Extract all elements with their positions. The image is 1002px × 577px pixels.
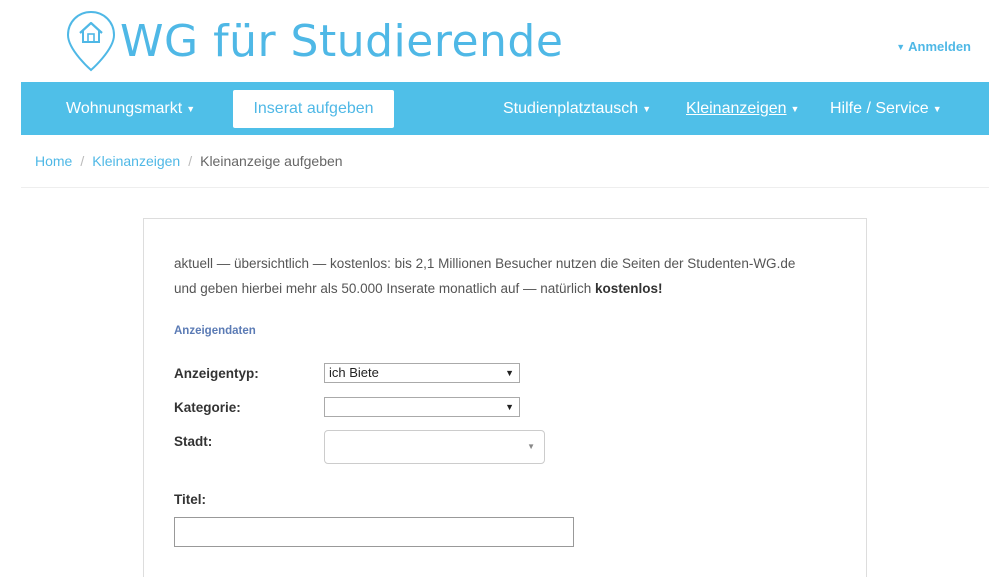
city-label: Stadt: [174, 434, 213, 449]
ad-type-select[interactable]: ich Biete ▼ [324, 363, 520, 383]
nav-item-hilfe-service[interactable]: Hilfe / Service ▼ [830, 82, 942, 135]
site-header: WG für Studierende ▼ Anmelden [0, 0, 1002, 82]
caret-down-icon: ▼ [790, 104, 800, 114]
ad-type-label: Anzeigentyp: [174, 366, 259, 381]
breadcrumb-current: Kleinanzeige aufgeben [200, 153, 343, 169]
category-label: Kategorie: [174, 400, 241, 415]
breadcrumb-separator: / [188, 153, 193, 169]
caret-down-icon: ▼ [642, 104, 652, 114]
caret-down-icon: ▼ [896, 42, 906, 52]
nav-label: Studienplatztausch [503, 100, 639, 117]
login-label: Anmelden [908, 39, 971, 54]
divider [21, 187, 989, 188]
ad-form-panel: aktuell — übersichtlich — kostenlos: bis… [143, 218, 867, 577]
breadcrumb-separator: / [80, 153, 85, 169]
post-listing-button[interactable]: Inserat aufgeben [233, 90, 394, 128]
nav-item-studienplatztausch[interactable]: Studienplatztausch ▼ [503, 82, 651, 135]
section-title: Anzeigendaten [174, 325, 256, 337]
nav-item-kleinanzeigen[interactable]: Kleinanzeigen ▼ [686, 82, 799, 135]
login-link[interactable]: ▼ Anmelden [896, 39, 971, 54]
breadcrumb: Home / Kleinanzeigen / Kleinanzeige aufgeben [35, 153, 343, 169]
city-select[interactable]: ▼ [324, 430, 545, 464]
main-navbar: Wohnungsmarkt ▼ Inserat aufgeben Studienp… [21, 82, 989, 135]
breadcrumb-home[interactable]: Home [35, 153, 72, 169]
nav-item-wohnungsmarkt[interactable]: Wohnungsmarkt ▼ [66, 82, 195, 135]
intro-text-bold: kostenlos! [595, 281, 663, 296]
nav-label: Wohnungsmarkt [66, 100, 183, 117]
caret-down-icon: ▼ [932, 104, 942, 114]
map-pin-house-icon [66, 10, 116, 72]
nav-label: Kleinanzeigen [686, 100, 787, 117]
title-label: Titel: [174, 492, 207, 507]
intro-text-body: aktuell — übersichtlich — kostenlos: bis… [174, 256, 796, 296]
nav-label: Hilfe / Service [830, 100, 929, 117]
select-arrow-icon: ▼ [505, 402, 514, 412]
site-logo[interactable]: WG für Studierende [66, 10, 563, 72]
caret-down-icon: ▼ [186, 104, 196, 114]
logo-text: WG für Studierende [120, 16, 564, 67]
breadcrumb-kleinanzeigen[interactable]: Kleinanzeigen [92, 153, 180, 169]
select-arrow-icon: ▼ [527, 442, 535, 451]
title-input[interactable] [174, 517, 574, 547]
select-arrow-icon: ▼ [505, 368, 514, 378]
category-select[interactable]: ▼ [324, 397, 520, 417]
intro-text: aktuell — übersichtlich — kostenlos: bis… [174, 251, 814, 301]
ad-type-value: ich Biete [329, 365, 379, 380]
